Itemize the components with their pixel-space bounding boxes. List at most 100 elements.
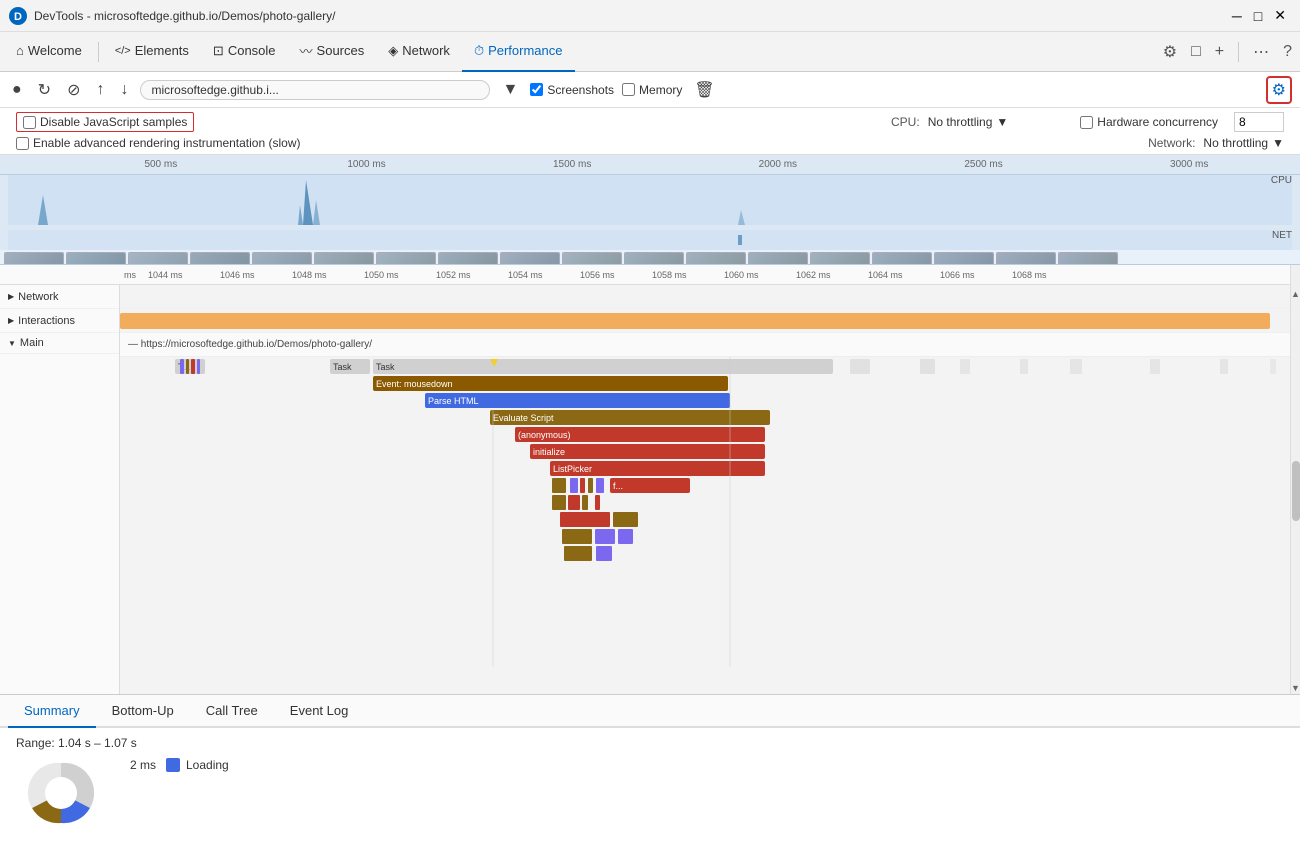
svg-text:Evaluate Script: Evaluate Script — [493, 413, 554, 423]
url-dropdown-btn[interactable]: ▼ — [498, 79, 522, 101]
hardware-concurrency-label[interactable]: Hardware concurrency — [1080, 115, 1218, 129]
scroll-up-btn[interactable]: ▲ — [1290, 288, 1300, 300]
hardware-concurrency-text: Hardware concurrency — [1097, 115, 1218, 129]
svg-text:D: D — [14, 11, 22, 23]
ruler-1062: 1062 ms — [796, 270, 868, 280]
hardware-concurrency-input[interactable] — [1234, 112, 1284, 132]
far-task-2 — [920, 359, 935, 374]
legend: 2 ms Loading — [130, 758, 229, 772]
disable-js-samples-label[interactable]: Disable JavaScript samples — [16, 112, 194, 132]
trash-button[interactable]: 🗑 — [690, 78, 718, 102]
maximize-button[interactable]: □ — [1248, 6, 1268, 26]
minimize-button[interactable]: ─ — [1226, 6, 1248, 26]
cpu-throttle-select[interactable]: No throttling ▼ — [928, 115, 1009, 129]
svg-text:Task: Task — [333, 362, 352, 372]
help-btn[interactable]: ? — [1279, 41, 1296, 63]
ruler-1048: 1048 ms — [292, 270, 364, 280]
more-tabs-btn[interactable]: ⋯ — [1249, 40, 1273, 64]
disable-js-samples-text: Disable JavaScript samples — [40, 115, 187, 129]
rendering-instrumentation-label[interactable]: Enable advanced rendering instrumentatio… — [16, 136, 301, 150]
tab-bar: ⌂ Welcome </> Elements ⊡ Console 〰 Sourc… — [0, 32, 1300, 72]
flame-task-2[interactable] — [373, 359, 833, 374]
gear-settings-button[interactable]: ⚙ — [1266, 76, 1292, 104]
screenshots-checkbox[interactable] — [530, 83, 543, 96]
hardware-concurrency-checkbox[interactable] — [1080, 116, 1093, 129]
network-track-label[interactable]: ▶ Network — [0, 285, 119, 309]
flame-f-2 — [595, 529, 615, 544]
upload-button[interactable]: ↑ — [92, 79, 108, 101]
url-input[interactable] — [140, 80, 490, 100]
flame-f-3 — [618, 529, 633, 544]
main-track-label[interactable]: ▼ Main — [0, 333, 119, 354]
new-tab-btn[interactable]: □ — [1187, 41, 1205, 63]
flame-g-1 — [564, 546, 592, 561]
devtools-icon: D — [8, 6, 28, 26]
ruler-scrollbar — [1290, 265, 1300, 285]
vertical-scrollbar[interactable]: ▲ ▼ — [1290, 285, 1300, 694]
memory-checkbox-label[interactable]: Memory — [622, 83, 682, 97]
flame-f-1 — [562, 529, 592, 544]
memory-checkbox[interactable] — [622, 83, 635, 96]
svg-text:Task: Task — [376, 362, 395, 372]
interaction-bar[interactable] — [120, 313, 1270, 329]
ruler-1060: 1060 ms — [724, 270, 796, 280]
tab-elements[interactable]: </> Elements — [103, 32, 201, 72]
settings-tab-btn[interactable]: ⚙ — [1159, 40, 1181, 64]
screenshots-checkbox-label[interactable]: Screenshots — [530, 83, 614, 97]
disable-js-samples-checkbox[interactable] — [23, 116, 36, 129]
flame-small-1 — [180, 359, 184, 374]
tab-separator-2 — [1238, 42, 1239, 62]
download-button[interactable]: ↓ — [116, 79, 132, 101]
network-icon: ◈ — [388, 43, 398, 59]
detail-ruler: ms 1044 ms 1046 ms 1048 ms 1050 ms 1052 … — [0, 265, 1300, 285]
far-task-8 — [1270, 359, 1276, 374]
tab-separator-1 — [98, 42, 99, 62]
network-throttle-select[interactable]: No throttling ▼ — [1203, 136, 1284, 150]
thumbnail-18 — [1058, 252, 1118, 266]
scroll-down-btn[interactable]: ▼ — [1290, 682, 1300, 694]
tab-event-log[interactable]: Event Log — [274, 695, 365, 728]
timeline-overview[interactable]: 500 ms 1000 ms 1500 ms 2000 ms 2500 ms 3… — [0, 155, 1300, 265]
clear-button[interactable]: ⊘ — [63, 78, 84, 102]
tab-bottom-up[interactable]: Bottom-Up — [96, 695, 190, 728]
thumbnail-4 — [190, 252, 250, 266]
interactions-chevron-icon: ▶ — [8, 316, 14, 325]
tab-performance[interactable]: ⏱ Performance — [462, 32, 575, 72]
rendering-instrumentation-checkbox[interactable] — [16, 137, 29, 150]
thumbnail-15 — [872, 252, 932, 266]
track-labels: ▶ Network ▶ Interactions ▼ Main — [0, 285, 120, 694]
title-bar: D DevTools - microsoftedge.github.io/Dem… — [0, 0, 1300, 32]
ruler-mark-3000: 3000 ms — [1086, 159, 1292, 170]
tab-performance-label: Performance — [488, 43, 562, 58]
tab-console[interactable]: ⊡ Console — [201, 32, 288, 72]
tab-call-tree[interactable]: Call Tree — [190, 695, 274, 728]
flame-chart-container[interactable]: T... Task Task Event: mousedown — [120, 357, 1290, 694]
title-text: DevTools - microsoftedge.github.io/Demos… — [34, 9, 1226, 23]
performance-icon: ⏱ — [474, 43, 484, 59]
add-tab-btn[interactable]: + — [1211, 41, 1228, 63]
tab-welcome[interactable]: ⌂ Welcome — [4, 32, 94, 72]
ruler-mark-1500: 1500 ms — [469, 159, 675, 170]
screenshots-label: Screenshots — [547, 83, 614, 97]
memory-label: Memory — [639, 83, 682, 97]
scrollbar-thumb[interactable] — [1292, 461, 1300, 521]
tab-network[interactable]: ◈ Network — [376, 32, 462, 72]
summary-range: Range: 1.04 s – 1.07 s — [16, 736, 1284, 750]
thumbnails-row — [0, 250, 1300, 265]
tab-bottom-up-label: Bottom-Up — [112, 703, 174, 718]
close-button[interactable]: ✕ — [1268, 5, 1292, 26]
refresh-button[interactable]: ↻ — [34, 78, 55, 102]
ruler-mark-2000: 2000 ms — [675, 159, 881, 170]
legend-loading: 2 ms Loading — [130, 758, 229, 772]
tab-summary[interactable]: Summary — [8, 695, 96, 728]
thumbnail-5 — [252, 252, 312, 266]
cpu-label: CPU: — [891, 115, 920, 129]
tab-call-tree-label: Call Tree — [206, 703, 258, 718]
tab-sources[interactable]: 〰 Sources — [288, 32, 377, 72]
ruler-mark-2500: 2500 ms — [881, 159, 1087, 170]
thumbnail-2 — [66, 252, 126, 266]
thumbnail-9 — [500, 252, 560, 266]
interactions-track-label[interactable]: ▶ Interactions — [0, 309, 119, 333]
loading-label: Loading — [186, 758, 229, 772]
record-button[interactable]: ● — [8, 79, 26, 101]
